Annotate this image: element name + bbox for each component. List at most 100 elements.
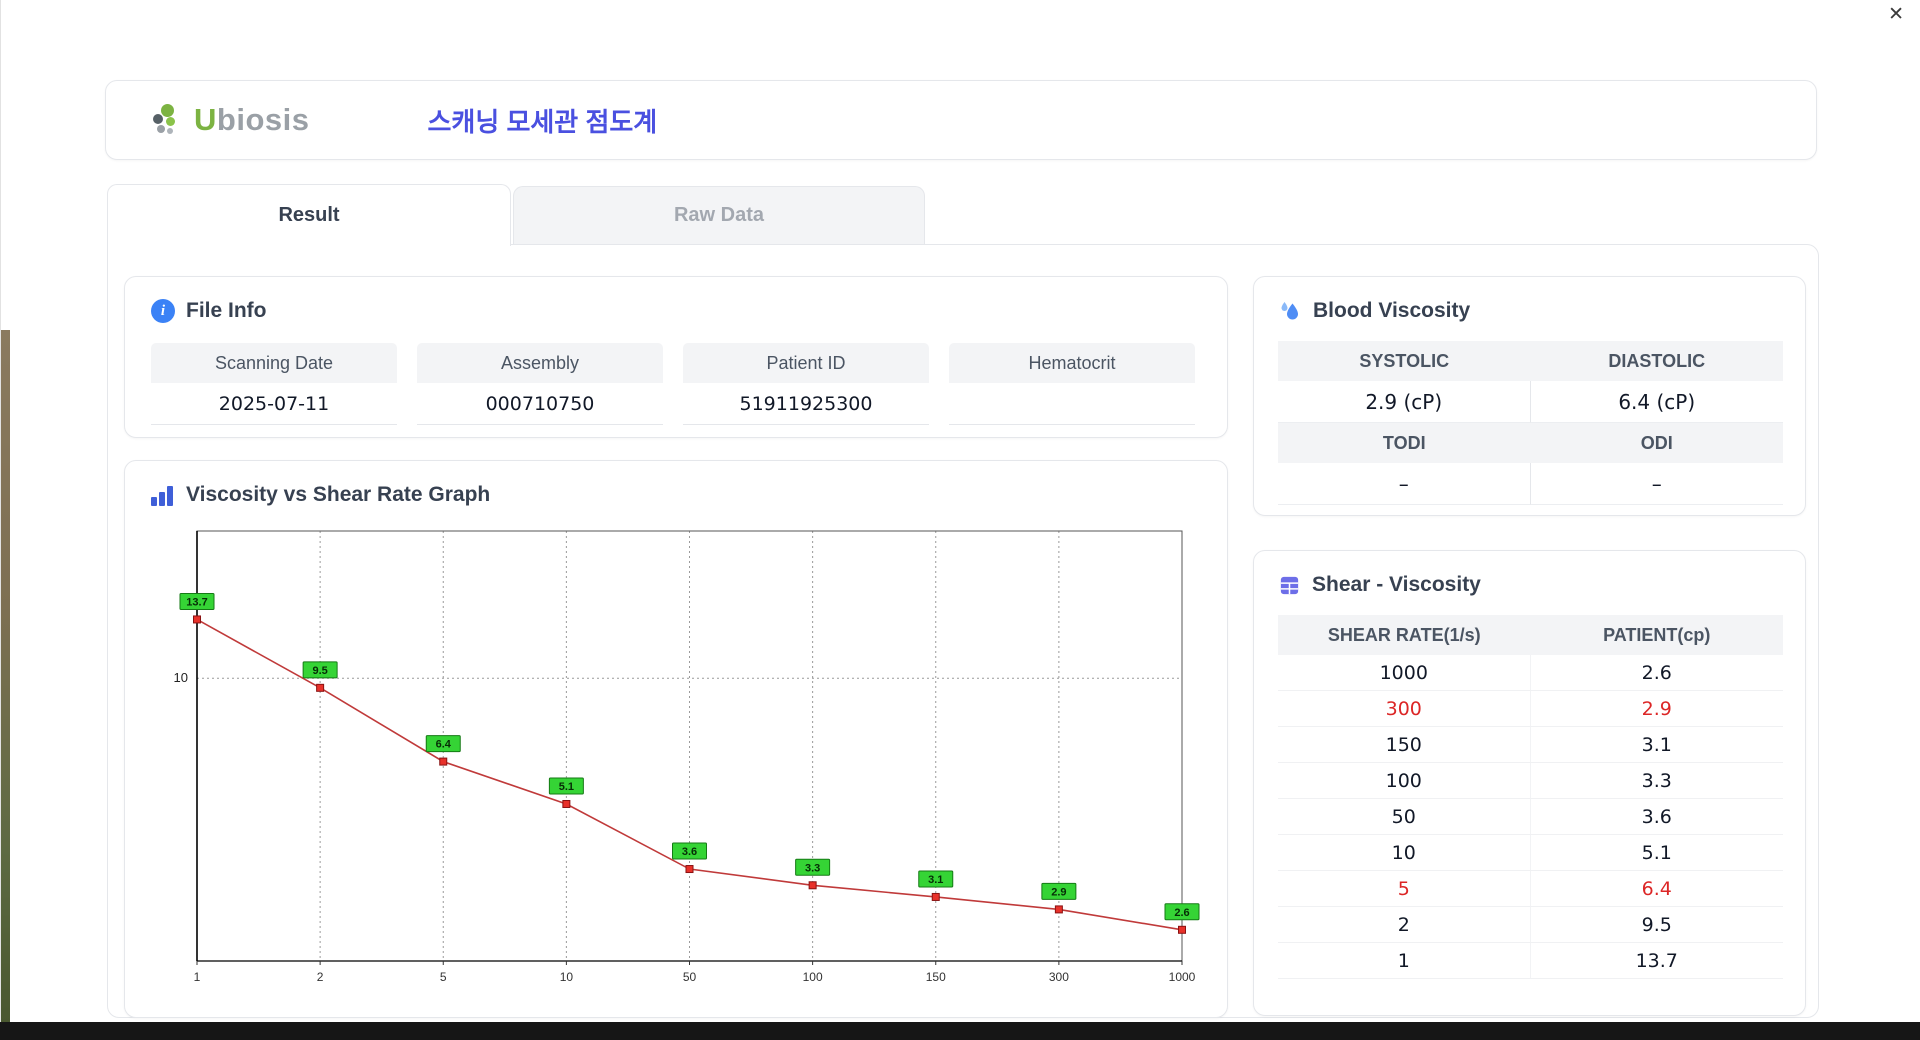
shear-rate-cell: 300 — [1278, 691, 1531, 726]
table-row: 2 9.5 — [1278, 907, 1783, 943]
close-icon[interactable]: ✕ — [1888, 4, 1904, 26]
blood-viscosity-pair: TODI ODI – – — [1278, 423, 1783, 505]
table-row: 10 5.1 — [1278, 835, 1783, 871]
svg-text:50: 50 — [683, 970, 697, 984]
value-cell: 6.4 (cP) — [1530, 381, 1783, 423]
card-title-text: Blood Viscosity — [1313, 299, 1471, 322]
column-header: TODI — [1278, 423, 1531, 463]
svg-text:9.5: 9.5 — [312, 665, 327, 677]
table-row: 300 2.9 — [1278, 691, 1783, 727]
patient-viscosity-cell: 2.6 — [1641, 661, 1672, 684]
droplet-icon — [1281, 302, 1298, 320]
table-value-row: – – — [1278, 463, 1783, 505]
shear-rate-cell: 150 — [1278, 727, 1531, 762]
column-header: ODI — [1530, 423, 1783, 463]
table-row: 50 3.6 — [1278, 799, 1783, 835]
column-header: DIASTOLIC — [1530, 341, 1783, 381]
svg-text:2.9: 2.9 — [1051, 886, 1066, 898]
svg-text:3.6: 3.6 — [682, 846, 697, 858]
table-row: 100 3.3 — [1278, 763, 1783, 799]
viscosity-chart: 10 13.7 9.5 6.4 5.1 3.6 3.3 3.1 2.9 2.6 1 2 5 10 50 100… — [174, 530, 1200, 984]
field-value: 2025-07-11 — [151, 383, 397, 425]
patient-viscosity-cell: 13.7 — [1635, 949, 1678, 972]
svg-text:100: 100 — [803, 970, 823, 984]
shear-rate-cell: 10 — [1278, 835, 1531, 870]
blood-viscosity-pair: SYSTOLIC DIASTOLIC 2.9 (cP) 6.4 (cP) — [1278, 341, 1783, 423]
file-info-field: Assembly 000710750 — [417, 343, 663, 425]
column-header-patient: PATIENT(cp) — [1603, 624, 1711, 645]
shear-rate-cell: 1 — [1278, 943, 1531, 978]
svg-text:1000: 1000 — [1169, 970, 1196, 984]
svg-text:10: 10 — [174, 670, 188, 685]
file-info-field: Hematocrit — [949, 343, 1195, 425]
svg-text:5: 5 — [440, 970, 447, 984]
svg-text:2: 2 — [317, 970, 324, 984]
column-header: SYSTOLIC — [1278, 341, 1531, 381]
logo-text: Ubiosis — [194, 102, 309, 138]
shear-viscosity-title: Shear - Viscosity — [1278, 573, 1481, 597]
table-row: 150 3.1 — [1278, 727, 1783, 763]
file-info-card: i File Info Scanning Date 2025-07-11 Ass… — [124, 276, 1228, 438]
shear-rate-cell: 2 — [1278, 907, 1531, 942]
desktop-wallpaper-sliver — [1, 330, 10, 1022]
file-info-field: Patient ID 51911925300 — [683, 343, 929, 425]
value-cell: 2.9 (cP) — [1278, 381, 1531, 423]
field-value: 000710750 — [417, 383, 663, 425]
value-cell: – — [1278, 463, 1531, 505]
table-header-row: SHEAR RATE(1/s) PATIENT(cp) — [1278, 615, 1783, 655]
column-header-shear-rate: SHEAR RATE(1/s) — [1327, 624, 1481, 645]
svg-text:2.6: 2.6 — [1174, 907, 1189, 919]
table-grid-icon — [1280, 576, 1299, 594]
shear-viscosity-card: Shear - Viscosity SHEAR RATE(1/s) PATIEN… — [1253, 550, 1806, 1016]
svg-text:13.7: 13.7 — [186, 596, 207, 608]
field-label: Hematocrit — [949, 343, 1195, 383]
table-row: 1 13.7 — [1278, 943, 1783, 979]
card-title-text: File Info — [186, 299, 267, 322]
tab-raw-data[interactable]: Raw Data — [513, 186, 925, 244]
shear-rate-cell: 100 — [1278, 763, 1531, 798]
patient-viscosity-cell: 3.3 — [1641, 769, 1672, 792]
graph-card: Viscosity vs Shear Rate Graph 10 13.7 9.5 6… — [124, 460, 1228, 1018]
svg-text:5.1: 5.1 — [559, 781, 574, 793]
ubiosis-logo: Ubiosis — [152, 100, 309, 140]
info-icon: i — [151, 299, 175, 323]
svg-text:6.4: 6.4 — [436, 739, 452, 751]
tab-result[interactable]: Result — [107, 184, 511, 246]
svg-text:10: 10 — [560, 970, 574, 984]
table-body: 1000 2.6 300 2.9 150 3.1 100 3.3 50 3.6 … — [1278, 655, 1783, 979]
shear-rate-cell: 50 — [1278, 799, 1531, 834]
blood-viscosity-table: SYSTOLIC DIASTOLIC 2.9 (cP) 6.4 (cP) TOD… — [1278, 341, 1783, 505]
field-label: Scanning Date — [151, 343, 397, 383]
app-title: 스캐닝 모세관 점도계 — [427, 106, 658, 137]
patient-viscosity-cell: 5.1 — [1641, 841, 1672, 864]
value-cell: – — [1530, 463, 1783, 505]
file-info-title: i File Info — [151, 299, 267, 323]
table-row: 1000 2.6 — [1278, 655, 1783, 691]
shear-viscosity-table: SHEAR RATE(1/s) PATIENT(cp) 1000 2.6 300… — [1278, 615, 1783, 979]
patient-viscosity-cell: 2.9 — [1641, 697, 1672, 720]
logo-text-u: U — [194, 102, 217, 137]
field-label: Patient ID — [683, 343, 929, 383]
field-value: 51911925300 — [683, 383, 929, 425]
svg-text:150: 150 — [926, 970, 946, 984]
blood-viscosity-card: Blood Viscosity SYSTOLIC DIASTOLIC 2.9 (… — [1253, 276, 1806, 516]
card-title-text: Shear - Viscosity — [1312, 573, 1481, 596]
patient-viscosity-cell: 3.6 — [1641, 805, 1672, 828]
table-row: 5 6.4 — [1278, 871, 1783, 907]
file-info-fields: Scanning Date 2025-07-11 Assembly 000710… — [151, 343, 1195, 425]
card-title-text: Viscosity vs Shear Rate Graph — [186, 483, 491, 506]
svg-text:3.1: 3.1 — [928, 874, 943, 886]
logo-text-rest: biosis — [216, 102, 310, 137]
file-info-field: Scanning Date 2025-07-11 — [151, 343, 397, 425]
app-window: ✕ Ubiosis 스캐닝 모세관 점도계 Result Raw Data i … — [0, 0, 1920, 1022]
table-header-row: TODI ODI — [1278, 423, 1783, 463]
graph-title: Viscosity vs Shear Rate Graph — [151, 483, 490, 507]
logo-leaf-icon — [152, 100, 186, 140]
svg-text:300: 300 — [1049, 970, 1069, 984]
blood-viscosity-title: Blood Viscosity — [1278, 299, 1470, 323]
table-header-row: SYSTOLIC DIASTOLIC — [1278, 341, 1783, 381]
table-value-row: 2.9 (cP) 6.4 (cP) — [1278, 381, 1783, 423]
field-value — [949, 383, 1195, 425]
patient-viscosity-cell: 3.1 — [1641, 733, 1672, 756]
bar-chart-icon — [151, 484, 175, 506]
